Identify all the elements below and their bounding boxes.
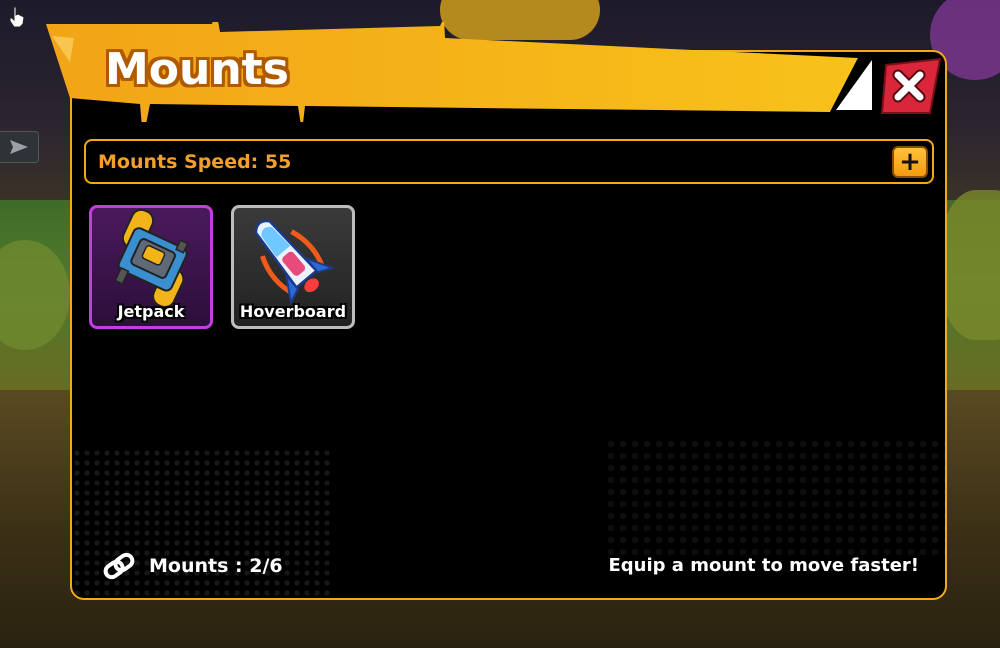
hint-text: Equip a mount to move faster! [608, 555, 919, 576]
plus-icon: + [899, 147, 921, 177]
send-button[interactable] [0, 131, 39, 163]
close-button[interactable] [880, 57, 944, 115]
mounts-count: Mounts : 2/6 [102, 552, 283, 580]
mount-name: Jetpack [117, 302, 185, 321]
mounts-speed-label: Mounts Speed: 55 [98, 151, 292, 173]
send-icon [10, 140, 28, 154]
link-icon [103, 552, 135, 580]
mount-card-jetpack[interactable]: Jetpack [89, 205, 213, 329]
close-icon [892, 69, 926, 103]
mounts-count-label: Mounts : 2/6 [149, 555, 283, 577]
mounts-speed-bar: Mounts Speed: 55 + [84, 139, 934, 184]
mount-name: Hoverboard [239, 302, 347, 321]
hand-cursor-icon [8, 6, 26, 28]
mount-card-hoverboard[interactable]: Hoverboard [231, 205, 355, 329]
page-title: Mounts [105, 44, 289, 95]
add-speed-button[interactable]: + [892, 146, 928, 178]
